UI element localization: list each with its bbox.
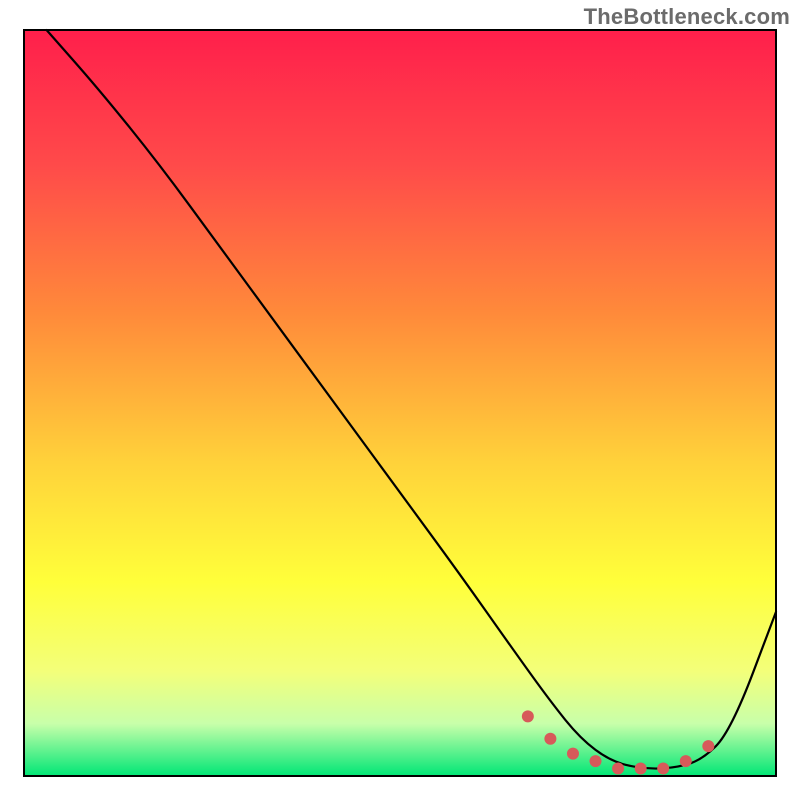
valley-marker bbox=[522, 710, 534, 722]
bottleneck-chart bbox=[0, 0, 800, 800]
valley-marker bbox=[612, 763, 624, 775]
valley-marker bbox=[680, 755, 692, 767]
valley-marker bbox=[635, 763, 647, 775]
watermark-text: TheBottleneck.com bbox=[584, 4, 790, 30]
chart-svg bbox=[0, 0, 800, 800]
valley-marker bbox=[702, 740, 714, 752]
valley-marker bbox=[544, 733, 556, 745]
chart-background bbox=[24, 30, 776, 776]
valley-marker bbox=[567, 748, 579, 760]
valley-marker bbox=[590, 755, 602, 767]
valley-marker bbox=[657, 763, 669, 775]
